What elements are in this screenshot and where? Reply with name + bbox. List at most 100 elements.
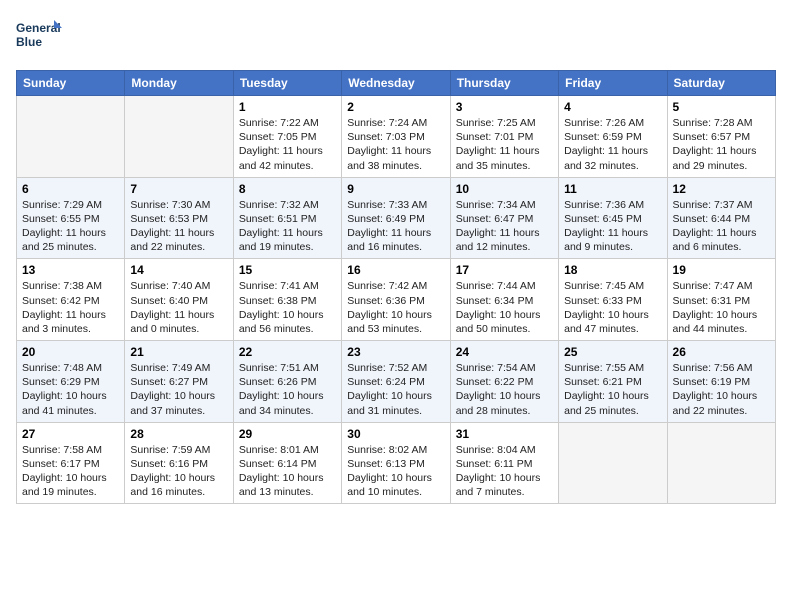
calendar-cell: 25 Sunrise: 7:55 AM Sunset: 6:21 PM Dayli… [559,341,667,423]
day-info: Sunrise: 7:36 AM Sunset: 6:45 PM Dayligh… [564,198,661,255]
day-number: 14 [130,263,227,277]
day-number: 27 [22,427,119,441]
day-number: 25 [564,345,661,359]
day-number: 22 [239,345,336,359]
calendar-cell: 15 Sunrise: 7:41 AM Sunset: 6:38 PM Dayli… [233,259,341,341]
calendar-cell: 12 Sunrise: 7:37 AM Sunset: 6:44 PM Dayli… [667,177,775,259]
calendar-cell: 4Sunrise: 7:26 AM Sunset: 6:59 PM Daylig… [559,96,667,178]
day-number: 31 [456,427,553,441]
calendar-cell: 23 Sunrise: 7:52 AM Sunset: 6:24 PM Dayli… [342,341,450,423]
day-info: Sunrise: 7:44 AM Sunset: 6:34 PM Dayligh… [456,279,553,336]
day-info: Sunrise: 7:32 AM Sunset: 6:51 PM Dayligh… [239,198,336,255]
day-info: Sunrise: 7:58 AM Sunset: 6:17 PM Dayligh… [22,443,119,500]
calendar-cell: 3 Sunrise: 7:25 AM Sunset: 7:01 PM Daylig… [450,96,558,178]
day-number: 24 [456,345,553,359]
calendar-cell [125,96,233,178]
day-number: 6 [22,182,119,196]
calendar-cell: 18Sunrise: 7:45 AM Sunset: 6:33 PM Dayli… [559,259,667,341]
day-number: 15 [239,263,336,277]
day-info: Sunrise: 7:26 AM Sunset: 6:59 PM Dayligh… [564,116,661,173]
weekday-header: Sunday [17,71,125,96]
page-header: General Blue [16,16,776,58]
calendar-cell: 24 Sunrise: 7:54 AM Sunset: 6:22 PM Dayli… [450,341,558,423]
svg-text:General: General [16,21,61,35]
day-number: 9 [347,182,444,196]
weekday-header: Thursday [450,71,558,96]
day-number: 1 [239,100,336,114]
day-number: 7 [130,182,227,196]
svg-text:Blue: Blue [16,35,42,49]
weekday-header: Friday [559,71,667,96]
day-info: Sunrise: 7:49 AM Sunset: 6:27 PM Dayligh… [130,361,227,418]
calendar-cell: 7 Sunrise: 7:30 AM Sunset: 6:53 PM Daylig… [125,177,233,259]
calendar-cell: 17 Sunrise: 7:44 AM Sunset: 6:34 PM Dayli… [450,259,558,341]
day-info: Sunrise: 7:56 AM Sunset: 6:19 PM Dayligh… [673,361,770,418]
calendar-cell: 26 Sunrise: 7:56 AM Sunset: 6:19 PM Dayli… [667,341,775,423]
calendar-cell: 5 Sunrise: 7:28 AM Sunset: 6:57 PM Daylig… [667,96,775,178]
calendar-cell: 8 Sunrise: 7:32 AM Sunset: 6:51 PM Daylig… [233,177,341,259]
day-info: Sunrise: 7:55 AM Sunset: 6:21 PM Dayligh… [564,361,661,418]
day-info: Sunrise: 7:59 AM Sunset: 6:16 PM Dayligh… [130,443,227,500]
day-number: 23 [347,345,444,359]
calendar-cell [667,422,775,504]
calendar-cell: 29Sunrise: 8:01 AM Sunset: 6:14 PM Dayli… [233,422,341,504]
calendar-cell: 2Sunrise: 7:24 AM Sunset: 7:03 PM Daylig… [342,96,450,178]
calendar-cell: 31Sunrise: 8:04 AM Sunset: 6:11 PM Dayli… [450,422,558,504]
day-info: Sunrise: 7:51 AM Sunset: 6:26 PM Dayligh… [239,361,336,418]
day-number: 5 [673,100,770,114]
calendar-cell: 30Sunrise: 8:02 AM Sunset: 6:13 PM Dayli… [342,422,450,504]
day-number: 10 [456,182,553,196]
day-info: Sunrise: 7:48 AM Sunset: 6:29 PM Dayligh… [22,361,119,418]
day-info: Sunrise: 7:40 AM Sunset: 6:40 PM Dayligh… [130,279,227,336]
logo: General Blue [16,16,66,58]
calendar-cell: 11 Sunrise: 7:36 AM Sunset: 6:45 PM Dayli… [559,177,667,259]
calendar-cell: 22 Sunrise: 7:51 AM Sunset: 6:26 PM Dayli… [233,341,341,423]
day-number: 13 [22,263,119,277]
calendar-week-row: 27 Sunrise: 7:58 AM Sunset: 6:17 PM Dayli… [17,422,776,504]
day-number: 21 [130,345,227,359]
day-number: 29 [239,427,336,441]
day-info: Sunrise: 7:28 AM Sunset: 6:57 PM Dayligh… [673,116,770,173]
calendar-table: SundayMondayTuesdayWednesdayThursdayFrid… [16,70,776,504]
logo-svg: General Blue [16,16,66,58]
day-info: Sunrise: 7:37 AM Sunset: 6:44 PM Dayligh… [673,198,770,255]
day-number: 28 [130,427,227,441]
calendar-cell: 1 Sunrise: 7:22 AM Sunset: 7:05 PM Daylig… [233,96,341,178]
calendar-cell: 16 Sunrise: 7:42 AM Sunset: 6:36 PM Dayli… [342,259,450,341]
day-info: Sunrise: 7:42 AM Sunset: 6:36 PM Dayligh… [347,279,444,336]
day-info: Sunrise: 7:33 AM Sunset: 6:49 PM Dayligh… [347,198,444,255]
weekday-header: Monday [125,71,233,96]
day-info: Sunrise: 7:38 AM Sunset: 6:42 PM Dayligh… [22,279,119,336]
calendar-cell: 21 Sunrise: 7:49 AM Sunset: 6:27 PM Dayli… [125,341,233,423]
calendar-cell: 13 Sunrise: 7:38 AM Sunset: 6:42 PM Dayli… [17,259,125,341]
day-number: 30 [347,427,444,441]
weekday-header: Saturday [667,71,775,96]
day-info: Sunrise: 7:41 AM Sunset: 6:38 PM Dayligh… [239,279,336,336]
day-number: 8 [239,182,336,196]
day-info: Sunrise: 7:25 AM Sunset: 7:01 PM Dayligh… [456,116,553,173]
day-number: 16 [347,263,444,277]
calendar-week-row: 20Sunrise: 7:48 AM Sunset: 6:29 PM Dayli… [17,341,776,423]
weekday-header: Tuesday [233,71,341,96]
day-number: 17 [456,263,553,277]
calendar-cell: 14 Sunrise: 7:40 AM Sunset: 6:40 PM Dayli… [125,259,233,341]
day-number: 26 [673,345,770,359]
day-info: Sunrise: 7:45 AM Sunset: 6:33 PM Dayligh… [564,279,661,336]
day-info: Sunrise: 7:54 AM Sunset: 6:22 PM Dayligh… [456,361,553,418]
calendar-cell: 19Sunrise: 7:47 AM Sunset: 6:31 PM Dayli… [667,259,775,341]
calendar-cell: 6Sunrise: 7:29 AM Sunset: 6:55 PM Daylig… [17,177,125,259]
calendar-cell [559,422,667,504]
weekday-header: Wednesday [342,71,450,96]
calendar-header-row: SundayMondayTuesdayWednesdayThursdayFrid… [17,71,776,96]
day-info: Sunrise: 7:52 AM Sunset: 6:24 PM Dayligh… [347,361,444,418]
day-info: Sunrise: 7:47 AM Sunset: 6:31 PM Dayligh… [673,279,770,336]
day-number: 12 [673,182,770,196]
day-info: Sunrise: 7:34 AM Sunset: 6:47 PM Dayligh… [456,198,553,255]
day-info: Sunrise: 7:30 AM Sunset: 6:53 PM Dayligh… [130,198,227,255]
calendar-cell: 20Sunrise: 7:48 AM Sunset: 6:29 PM Dayli… [17,341,125,423]
day-info: Sunrise: 7:22 AM Sunset: 7:05 PM Dayligh… [239,116,336,173]
day-info: Sunrise: 7:24 AM Sunset: 7:03 PM Dayligh… [347,116,444,173]
calendar-cell: 9 Sunrise: 7:33 AM Sunset: 6:49 PM Daylig… [342,177,450,259]
day-number: 11 [564,182,661,196]
day-number: 3 [456,100,553,114]
